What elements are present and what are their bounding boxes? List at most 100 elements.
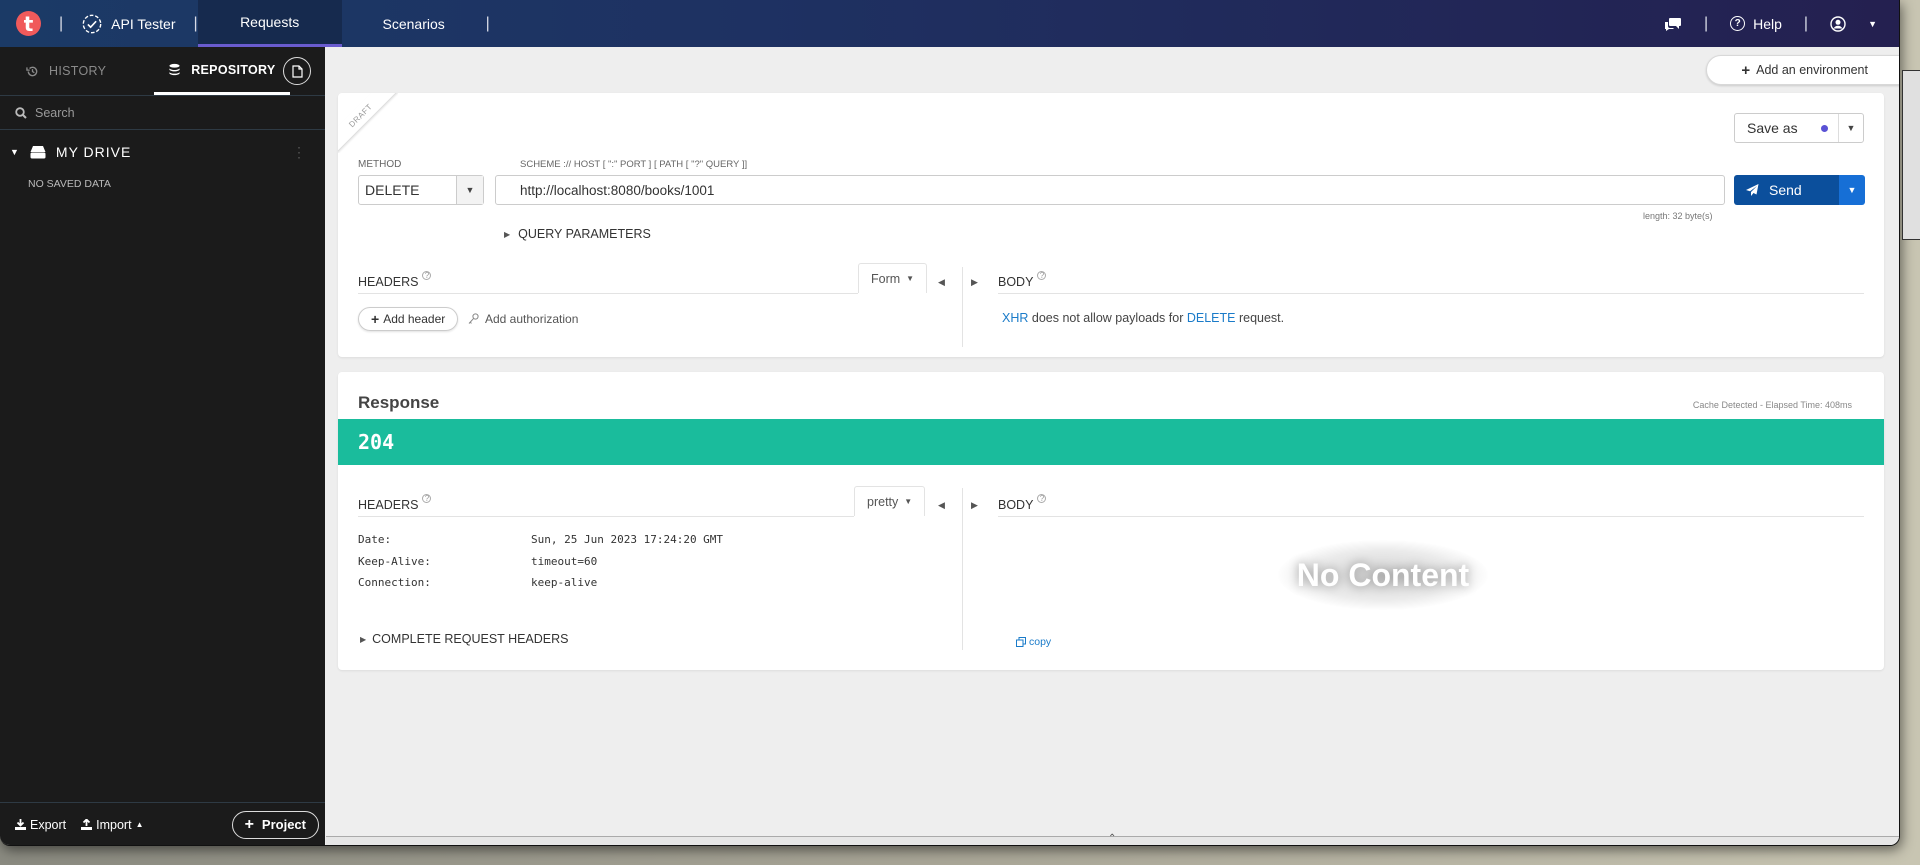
chevron-up-icon[interactable]: ⌃	[1108, 833, 1116, 844]
body-message-end: request.	[1235, 311, 1285, 325]
collapse-left-icon[interactable]: ◀	[938, 277, 945, 288]
collapse-left-icon[interactable]: ◀	[938, 500, 945, 511]
plus-icon: +	[371, 311, 380, 327]
save-as-button[interactable]: Save as ▼	[1734, 113, 1864, 143]
caret-down-icon[interactable]: ▼	[10, 147, 20, 157]
method-select[interactable]: DELETE ▼	[358, 175, 484, 205]
response-headers-heading: HEADERS ?	[358, 494, 432, 512]
divider: |	[485, 14, 490, 32]
plus-icon: +	[1741, 61, 1751, 79]
send-button[interactable]: Send	[1734, 175, 1839, 205]
headers-mode-dropdown[interactable]: Form ▼	[858, 263, 928, 293]
header-value: Sun, 25 Jun 2023 17:24:20 GMT	[531, 533, 724, 546]
expand-right-icon[interactable]: ▶	[971, 500, 978, 511]
sidebar-tab-repository[interactable]: REPOSITORY	[154, 47, 290, 95]
help-icon[interactable]: ?	[422, 494, 432, 503]
bottom-panel-bar[interactable]: ⌃	[326, 833, 1899, 845]
add-environment-button[interactable]: + Add an environment	[1706, 55, 1899, 85]
search-input[interactable]: Search	[35, 106, 75, 120]
copy-icon	[1016, 637, 1026, 647]
method-value: DELETE	[365, 182, 420, 198]
search-icon	[15, 106, 27, 119]
tab-scenarios[interactable]: Scenarios	[342, 0, 486, 47]
copy-button[interactable]: copy	[1016, 636, 1051, 648]
add-header-label: Add header	[383, 312, 446, 326]
caret-right-icon: ▶	[504, 229, 511, 239]
add-authorization-label: Add authorization	[485, 312, 579, 326]
send-label: Send	[1769, 182, 1802, 198]
request-body-heading: BODY ?	[998, 271, 1047, 289]
query-parameters-label: QUERY PARAMETERS	[518, 227, 651, 241]
headers-mode-value: Form	[871, 271, 901, 286]
header-row: Connection: keep-alive	[358, 576, 723, 598]
send-button-group: Send ▼	[1734, 175, 1865, 205]
divider	[998, 293, 1864, 294]
split-divider[interactable]	[962, 267, 963, 347]
new-request-button[interactable]	[283, 57, 311, 85]
save-as-main[interactable]: Save as	[1735, 114, 1838, 142]
body-message-text: does not allow payloads for	[1028, 311, 1187, 325]
request-card: DRAFT Save as ▼ METHOD SCHEME :// HOST […	[338, 93, 1884, 357]
sidebar-tab-history[interactable]: HISTORY	[26, 47, 106, 95]
method-link[interactable]: DELETE	[1187, 311, 1236, 325]
header-row: Keep-Alive: timeout=60	[358, 555, 723, 577]
chevron-down-icon[interactable]: ▼	[1868, 19, 1877, 29]
body-label: BODY	[998, 498, 1034, 512]
headers-format-dropdown[interactable]: pretty ▼	[854, 486, 926, 516]
header-name: Keep-Alive:	[358, 554, 431, 568]
split-divider[interactable]	[962, 488, 963, 650]
save-options-dropdown[interactable]: ▼	[1838, 114, 1863, 142]
sidebar-search[interactable]: Search	[0, 95, 325, 130]
user-circle-icon[interactable]	[1830, 15, 1846, 32]
help-icon[interactable]: ?	[1037, 271, 1047, 280]
complete-request-headers-label: COMPLETE REQUEST HEADERS	[372, 632, 569, 646]
app-logo[interactable]: t	[16, 11, 41, 36]
send-options-dropdown[interactable]: ▼	[1839, 175, 1865, 205]
copy-label: copy	[1029, 636, 1052, 648]
sidebar-footer: Export Import ▲ + Project	[0, 802, 325, 845]
xhr-link[interactable]: XHR	[1002, 311, 1028, 325]
response-body-heading: BODY ?	[998, 494, 1047, 512]
response-card: Response Cache Detected - Elapsed Time: …	[338, 372, 1884, 670]
save-as-label: Save as	[1747, 120, 1798, 136]
add-project-button[interactable]: + Project	[231, 810, 319, 839]
top-bar: t | API Tester | Requests Scenarios | | …	[0, 0, 1899, 47]
help-icon[interactable]: ?	[1037, 494, 1047, 503]
help-icon[interactable]: ?	[422, 271, 432, 280]
url-input[interactable]: http://localhost:8080/books/1001	[495, 175, 1725, 205]
method-dropdown-toggle[interactable]: ▼	[456, 176, 483, 204]
url-length: length: 32 byte(s)	[1643, 211, 1713, 221]
divider	[358, 293, 858, 294]
divider: |	[1703, 14, 1709, 32]
tab-requests[interactable]: Requests	[197, 0, 342, 47]
help-label: Help	[1753, 15, 1782, 32]
chat-bubbles-icon[interactable]	[1664, 17, 1682, 31]
add-environment-label: Add an environment	[1756, 63, 1868, 77]
my-drive-folder[interactable]: ▼ MY DRIVE ⋮	[0, 144, 325, 161]
expand-right-icon[interactable]: ▶	[971, 277, 978, 288]
body-message: XHR does not allow payloads for DELETE r…	[1002, 311, 1284, 325]
add-header-button[interactable]: + Add header	[358, 307, 459, 331]
divider	[998, 516, 1864, 517]
divider: |	[1803, 14, 1809, 32]
sidebar: HISTORY REPOSITORY Search ▼ MY DRIVE ⋮ N…	[0, 47, 325, 845]
top-right-controls: | ? Help | ▼	[1664, 15, 1899, 33]
drive-icon	[30, 146, 46, 159]
help-button[interactable]: ? Help	[1730, 16, 1782, 32]
caret-down-icon: ▼	[906, 274, 915, 283]
elapsed-time: Cache Detected - Elapsed Time: 408ms	[1692, 400, 1852, 410]
document-icon	[291, 64, 303, 78]
query-parameters-toggle[interactable]: ▶ QUERY PARAMETERS	[504, 227, 651, 241]
download-icon	[15, 819, 26, 830]
complete-request-headers-toggle[interactable]: ▶ COMPLETE REQUEST HEADERS	[360, 632, 569, 646]
more-options-icon[interactable]: ⋮	[292, 144, 307, 161]
sidebar-tabs: HISTORY REPOSITORY	[0, 47, 325, 95]
import-label: Import	[96, 817, 132, 832]
add-authorization-link[interactable]: Add authorization	[468, 312, 578, 326]
export-button[interactable]: Export	[15, 818, 66, 832]
app-title[interactable]: API Tester	[81, 13, 175, 35]
response-headers-list: Date: Sun, 25 Jun 2023 17:24:20 GMT Keep…	[358, 533, 723, 598]
question-circle-icon: ?	[1730, 16, 1746, 31]
import-button[interactable]: Import ▲	[81, 817, 144, 832]
repository-label: REPOSITORY	[191, 62, 276, 77]
